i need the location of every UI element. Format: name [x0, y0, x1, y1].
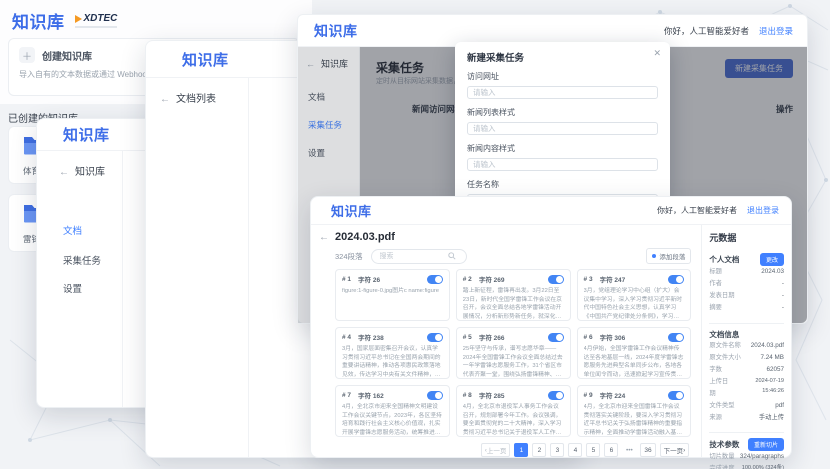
company-logo: XDTEC: [75, 13, 118, 28]
chunk-card[interactable]: # 6 字符 306 4月伊始，全国学雷锋工作会议精神传达至各地基层一线，202…: [577, 327, 692, 379]
sidebar-divider: [146, 78, 249, 457]
sidebar-divider: [37, 151, 123, 407]
page-button-6[interactable]: 6: [604, 443, 618, 457]
user-greeting: 你好，人工智能爱好者: [657, 205, 737, 216]
content-style-input[interactable]: [467, 158, 658, 171]
chunk-card[interactable]: # 1 字符 26 figure:1-figure-0.jpg图片c name:…: [335, 269, 450, 321]
chunk-toggle[interactable]: [548, 275, 564, 284]
dot-icon: [652, 254, 656, 258]
app-logo: 知识库: [331, 201, 372, 220]
chunk-toggle[interactable]: [668, 391, 684, 400]
back-to-kb-list[interactable]: ←知识库: [59, 163, 105, 178]
next-page-button[interactable]: 下一页 ›: [660, 443, 690, 457]
new-task-modal: 新建采集任务 ✕ 访问网址 新闻列表样式 新闻内容样式 任务名称 是否定时执行 …: [455, 42, 670, 202]
field-label-list-style: 新闻列表样式: [467, 107, 658, 118]
back-arrow-icon: ←: [59, 167, 69, 178]
search-input[interactable]: [378, 252, 448, 261]
paragraph-count: 324段落: [335, 251, 363, 262]
page-button-1[interactable]: 1: [514, 443, 528, 457]
document-window: 知识库 你好，人工智能爱好者 退出登录 ← 2024.03.pdf 324段落: [310, 196, 792, 458]
chunk-toggle[interactable]: [668, 275, 684, 284]
sidebar-item-collect-tasks[interactable]: 采集任务: [63, 253, 101, 267]
doc-info-title: 文档信息: [709, 329, 739, 340]
screen: 知识库 XDTEC ＋ 创建知识库 导入自有的文本数据或通过 Webhook 实…: [0, 0, 830, 469]
add-paragraph-button[interactable]: 添加段落: [646, 248, 691, 264]
list-style-input[interactable]: [467, 122, 658, 135]
chunk-toggle[interactable]: [668, 333, 684, 342]
page-ellipsis[interactable]: •••: [622, 443, 636, 457]
company-logo-text: XDTEC: [84, 13, 118, 24]
prev-page-button[interactable]: ‹ 上一页: [481, 443, 511, 457]
page-button-4[interactable]: 4: [568, 443, 582, 457]
company-logo-arrow-icon: [75, 15, 82, 23]
page-button-3[interactable]: 3: [550, 443, 564, 457]
chunk-card[interactable]: # 8 字符 285 4月，全北京市退役军人事务工作会议召开，规划部署今年工作。…: [456, 385, 571, 437]
sidebar-item-settings[interactable]: 设置: [63, 281, 82, 295]
pagination: ‹ 上一页 1 2 3 4 5 6 ••• 36 下一页 ›: [319, 443, 689, 457]
chunk-grid: # 1 字符 26 figure:1-figure-0.jpg图片c name:…: [335, 269, 691, 437]
logout-link[interactable]: 退出登录: [747, 205, 779, 216]
app-logo: 知识库: [314, 21, 358, 41]
metadata-title: 元数据: [709, 231, 784, 244]
chunk-card[interactable]: # 2 字符 269 踏上新征程，雷锋再出发。3月22日至23日，新时代全国学雷…: [456, 269, 571, 321]
sidebar-item-documents[interactable]: 文档: [63, 223, 82, 237]
page-button-last[interactable]: 36: [640, 443, 655, 457]
chunk-toggle[interactable]: [548, 333, 564, 342]
field-label-content-style: 新闻内容样式: [467, 143, 658, 154]
edit-metadata-button[interactable]: 更改: [760, 253, 784, 266]
field-label-task-name: 任务名称: [467, 179, 658, 190]
chunk-search[interactable]: [371, 249, 467, 264]
user-greeting: 你好，人工智能爱好者: [664, 25, 749, 37]
chunk-card[interactable]: # 4 字符 238 3月，国家层面密集召开会议，认真学习贯彻习近平总书记在全国…: [335, 327, 450, 379]
app-logo: 知识库: [182, 49, 229, 70]
field-label-url: 访问网址: [467, 71, 658, 82]
back-arrow-icon: ←: [160, 94, 170, 105]
search-icon: [448, 252, 456, 260]
tech-params-title: 技术参数: [709, 439, 739, 450]
app-logo: 知识库: [12, 8, 65, 33]
chunk-card[interactable]: # 5 字符 266 25年坚守与传承，谱写志愿华章——2024年全国雷锋工作会…: [456, 327, 571, 379]
rechunk-button[interactable]: 重新切片: [748, 438, 784, 451]
metadata-panel: 元数据 个人文档 更改 标题2024.03 作者- 发表日期- 摘要- 文档信息…: [701, 225, 791, 457]
close-icon[interactable]: ✕: [653, 48, 661, 59]
document-title: 2024.03.pdf: [335, 231, 395, 243]
modal-title: 新建采集任务: [467, 50, 658, 64]
chunk-toggle[interactable]: [427, 333, 443, 342]
chunk-toggle[interactable]: [427, 275, 443, 284]
chunk-card[interactable]: # 9 字符 224 4月，全北京市迎来全国雷锋工作会议贯彻落实关键阶段，要深入…: [577, 385, 692, 437]
chunk-toggle[interactable]: [548, 391, 564, 400]
back-arrow-icon[interactable]: ←: [319, 232, 329, 243]
logout-link[interactable]: 退出登录: [759, 25, 793, 37]
page-button-5[interactable]: 5: [586, 443, 600, 457]
chunk-list-pane: ← 2024.03.pdf 324段落 添加段落: [311, 225, 701, 457]
app-logo: 知识库: [63, 124, 110, 145]
back-to-doc-list[interactable]: ←文档列表: [160, 90, 216, 105]
create-kb-title: 创建知识库: [42, 48, 92, 63]
doc-type-label: 个人文档: [709, 254, 739, 265]
url-input[interactable]: [467, 86, 658, 99]
page-button-2[interactable]: 2: [532, 443, 546, 457]
plus-icon: ＋: [19, 47, 35, 63]
chunk-card[interactable]: # 3 字符 247 3月，党组理论学习中心组（扩大）会议集中学习，深入学习贯彻…: [577, 269, 692, 321]
chunk-toggle[interactable]: [427, 391, 443, 400]
chunk-card[interactable]: # 7 字符 162 4月，全北京市迎来全国精神文明建设工作会议关键节点，202…: [335, 385, 450, 437]
